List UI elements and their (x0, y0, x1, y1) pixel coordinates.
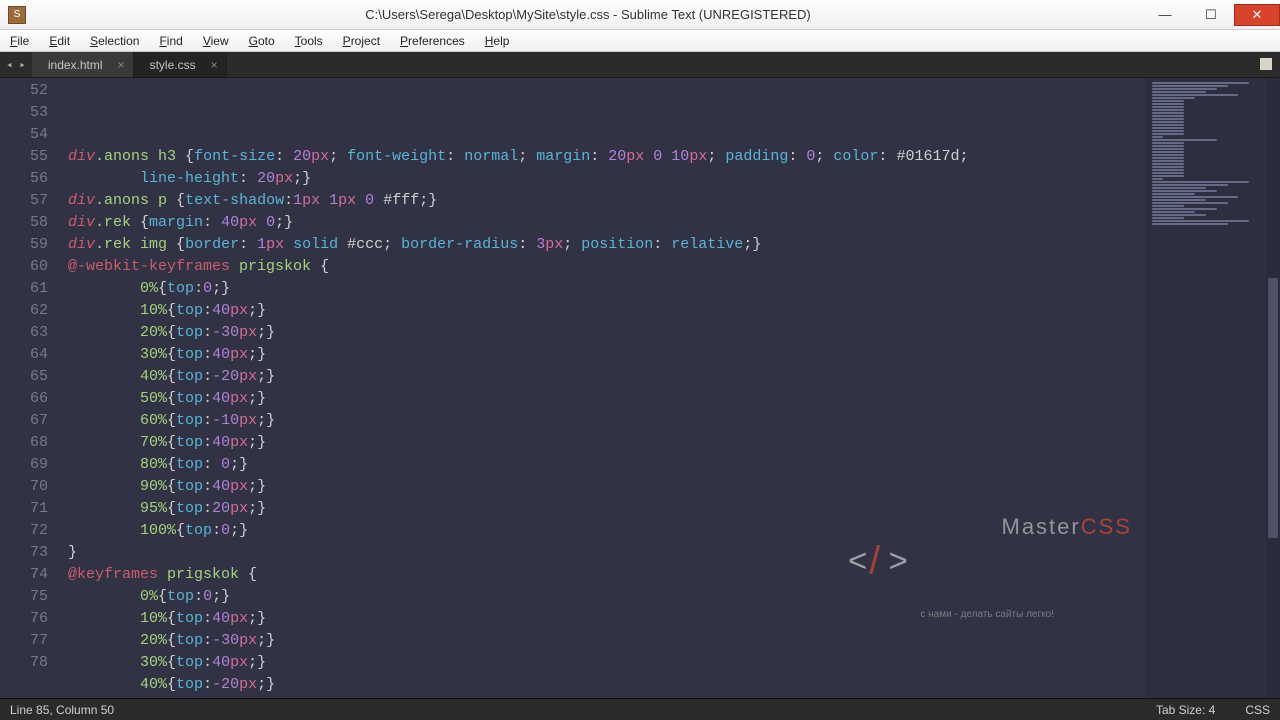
maximize-button[interactable]: ☐ (1188, 4, 1234, 26)
status-tab-size[interactable]: Tab Size: 4 (1156, 703, 1215, 717)
line-number: 60 (0, 256, 60, 278)
line-number: 56 (0, 168, 60, 190)
code-line[interactable]: 100%{top:0;} (60, 520, 1146, 542)
code-line[interactable]: div.rek img {border: 1px solid #ccc; bor… (60, 234, 1146, 256)
scrollbar-thumb[interactable] (1268, 278, 1278, 538)
line-number: 75 (0, 586, 60, 608)
line-number: 76 (0, 608, 60, 630)
window-title: C:\Users\Serega\Desktop\MySite\style.css… (34, 7, 1142, 22)
code-line[interactable]: 50%{top:40px;} (60, 388, 1146, 410)
tab-bar: ◂ ▸ index.html × style.css × (0, 52, 1280, 78)
tab-history-arrows[interactable]: ◂ ▸ (0, 52, 32, 77)
window-controls: — ☐ ✕ (1142, 4, 1280, 26)
code-line[interactable]: 0%{top:0;} (60, 586, 1146, 608)
line-number: 71 (0, 498, 60, 520)
code-line[interactable]: 40%{top:-20px;} (60, 366, 1146, 388)
code-line[interactable]: 30%{top:40px;} (60, 652, 1146, 674)
code-line[interactable]: div.rek {margin: 40px 0;} (60, 212, 1146, 234)
code-line[interactable]: 20%{top:-30px;} (60, 630, 1146, 652)
code-line[interactable]: 40%{top:-20px;} (60, 674, 1146, 696)
code-line[interactable]: 80%{top: 0;} (60, 454, 1146, 476)
line-number: 57 (0, 190, 60, 212)
menu-edit[interactable]: Edit (39, 32, 80, 50)
line-number: 78 (0, 652, 60, 674)
code-area[interactable]: div.anons h3 {font-size: 20px; font-weig… (60, 78, 1146, 698)
line-number: 68 (0, 432, 60, 454)
minimap[interactable] (1146, 78, 1266, 698)
line-number: 52 (0, 80, 60, 102)
editor: 5253545556575859606162636465666768697071… (0, 78, 1280, 698)
tab-corner-indicator (1260, 58, 1272, 70)
line-number: 72 (0, 520, 60, 542)
tabs-container: index.html × style.css × (32, 52, 227, 77)
code-line[interactable]: 90%{top:40px;} (60, 476, 1146, 498)
code-line[interactable]: 50%{top:40px;} (60, 696, 1146, 698)
menu-selection[interactable]: Selection (80, 32, 149, 50)
code-line[interactable]: 95%{top:20px;} (60, 498, 1146, 520)
line-number: 59 (0, 234, 60, 256)
close-button[interactable]: ✕ (1234, 4, 1280, 26)
line-number: 54 (0, 124, 60, 146)
tab-index-html[interactable]: index.html × (32, 52, 134, 77)
code-line[interactable]: 70%{top:40px;} (60, 432, 1146, 454)
line-number-gutter: 5253545556575859606162636465666768697071… (0, 78, 60, 698)
line-number: 64 (0, 344, 60, 366)
code-line[interactable]: @-webkit-keyframes prigskok { (60, 256, 1146, 278)
line-number: 73 (0, 542, 60, 564)
code-line[interactable]: div.anons h3 {font-size: 20px; font-weig… (60, 146, 1146, 168)
line-number: 63 (0, 322, 60, 344)
code-line[interactable]: } (60, 542, 1146, 564)
menu-tools[interactable]: Tools (285, 32, 333, 50)
menu-view[interactable]: View (193, 32, 239, 50)
line-number: 66 (0, 388, 60, 410)
line-number: 58 (0, 212, 60, 234)
status-position[interactable]: Line 85, Column 50 (10, 703, 114, 717)
menu-goto[interactable]: Goto (239, 32, 285, 50)
vertical-scrollbar[interactable] (1266, 78, 1280, 698)
tab-label: index.html (48, 58, 103, 72)
line-number: 77 (0, 630, 60, 652)
line-number: 69 (0, 454, 60, 476)
code-line[interactable]: 30%{top:40px;} (60, 344, 1146, 366)
menu-file[interactable]: File (0, 32, 39, 50)
code-line[interactable]: 10%{top:40px;} (60, 608, 1146, 630)
line-number: 62 (0, 300, 60, 322)
line-number: 67 (0, 410, 60, 432)
minimize-button[interactable]: — (1142, 4, 1188, 26)
menu-preferences[interactable]: Preferences (390, 32, 475, 50)
app-icon: S (8, 6, 26, 24)
line-number: 74 (0, 564, 60, 586)
code-line[interactable]: 10%{top:40px;} (60, 300, 1146, 322)
code-line[interactable]: div.anons p {text-shadow:1px 1px 0 #fff;… (60, 190, 1146, 212)
menu-project[interactable]: Project (333, 32, 390, 50)
menu-help[interactable]: Help (475, 32, 520, 50)
tab-close-icon[interactable]: × (118, 58, 125, 72)
tab-style-css[interactable]: style.css × (134, 52, 227, 77)
line-number: 61 (0, 278, 60, 300)
line-number: 55 (0, 146, 60, 168)
menu-find[interactable]: Find (149, 32, 192, 50)
code-line[interactable]: 60%{top:-10px;} (60, 410, 1146, 432)
tab-label: style.css (150, 58, 196, 72)
window-titlebar: S C:\Users\Serega\Desktop\MySite\style.c… (0, 0, 1280, 30)
line-number: 53 (0, 102, 60, 124)
code-line[interactable]: 20%{top:-30px;} (60, 322, 1146, 344)
status-bar: Line 85, Column 50 Tab Size: 4 CSS (0, 698, 1280, 720)
code-line[interactable]: line-height: 20px;} (60, 168, 1146, 190)
code-line[interactable]: 0%{top:0;} (60, 278, 1146, 300)
status-syntax[interactable]: CSS (1245, 703, 1270, 717)
line-number: 70 (0, 476, 60, 498)
code-line[interactable]: @keyframes prigskok { (60, 564, 1146, 586)
menubar: FileEditSelectionFindViewGotoToolsProjec… (0, 30, 1280, 52)
tab-close-icon[interactable]: × (211, 58, 218, 72)
line-number: 65 (0, 366, 60, 388)
